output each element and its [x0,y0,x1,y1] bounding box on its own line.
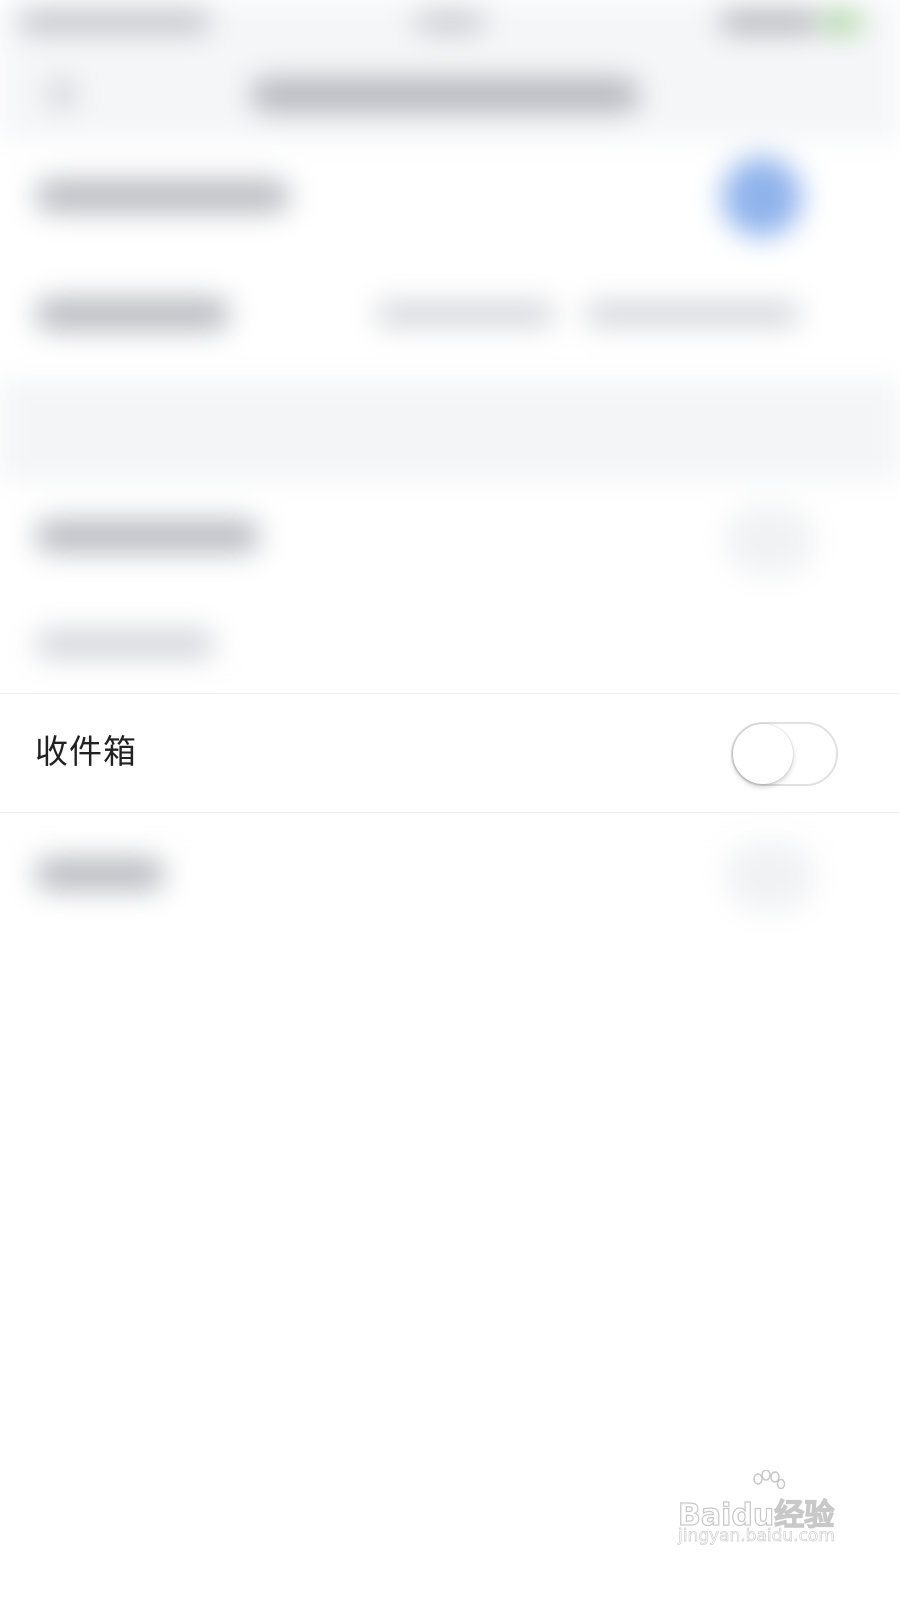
section-divider [0,380,900,480]
watermark-url-text: jingyan.baidu.com [678,1526,836,1547]
inbox-toggle-switch[interactable] [731,722,838,786]
setting-row-2-value-placeholder [375,302,555,326]
status-indicators-placeholder [720,12,820,32]
inbox-label: 收件箱 [35,732,137,771]
settings-group-2 [0,480,900,693]
inbox-setting-row[interactable]: 收件箱 [0,693,900,813]
status-time-placeholder [415,12,485,32]
settings-screen: 收件箱 Baidu经验 jingyan.baidu.com [0,0,900,1600]
settings-group-1 [0,140,900,380]
setting-row-3-label-placeholder [35,520,260,552]
status-carrier-placeholder [20,12,210,32]
setting-row-1-label-placeholder [35,180,290,212]
back-icon[interactable] [50,82,74,106]
setting-row-3-toggle-placeholder[interactable] [725,505,815,575]
baidu-jingyan-watermark: Baidu经验 jingyan.baidu.com [672,1470,842,1560]
toggle-knob[interactable] [733,724,793,784]
settings-group-3 [0,813,900,1013]
page-title-placeholder [250,78,640,112]
status-bar [0,0,900,50]
setting-row-2-label-placeholder [35,298,230,330]
setting-row-6-toggle-placeholder[interactable] [725,841,815,911]
nav-bar [0,50,900,140]
battery-icon [825,12,860,32]
setting-row-6-label-placeholder [35,858,165,890]
setting-row-1-control-placeholder[interactable] [722,157,802,237]
setting-row-4-label-placeholder [35,630,215,658]
setting-row-2-value2-placeholder [585,302,800,326]
